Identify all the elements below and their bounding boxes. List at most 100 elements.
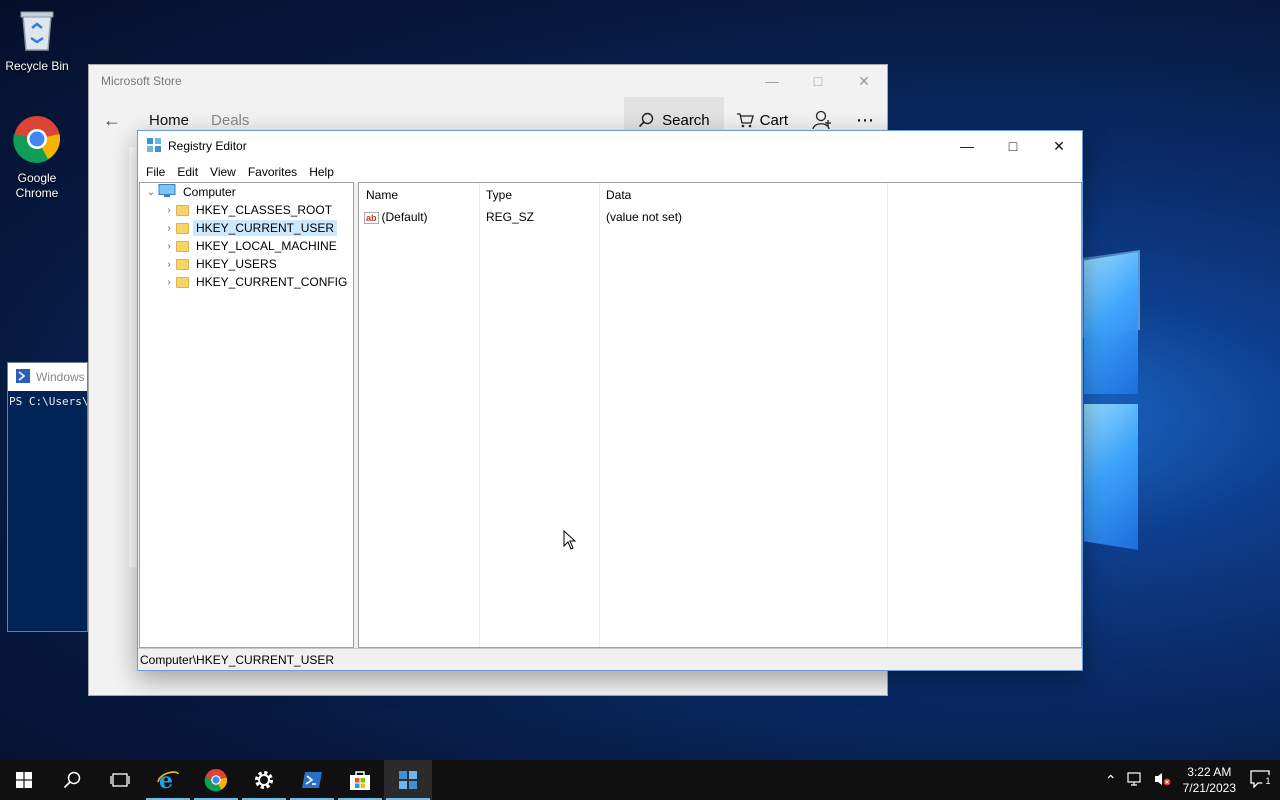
tree-node-hklm[interactable]: › HKEY_LOCAL_MACHINE (140, 237, 353, 255)
tree-node-hkcc[interactable]: › HKEY_CURRENT_CONFIG (140, 273, 353, 291)
powershell-window[interactable]: Windows PS C:\Users\ (7, 362, 88, 632)
minimize-icon[interactable]: — (749, 65, 795, 97)
chrome-icon (0, 114, 74, 167)
tree-label: HKEY_CURRENT_USER (193, 220, 338, 236)
maximize-icon[interactable]: □ (990, 131, 1036, 161)
chevron-up-icon[interactable]: ⌃ (1099, 772, 1123, 789)
chevron-right-icon[interactable]: › (162, 259, 176, 270)
powershell-title: Windows (36, 370, 85, 384)
regedit-window[interactable]: Registry Editor — □ ✕ File Edit View Fav… (137, 130, 1083, 671)
task-view-button[interactable] (96, 760, 144, 800)
computer-icon (158, 184, 176, 200)
chrome-icon (204, 768, 228, 792)
folder-icon (176, 240, 189, 252)
taskbar-edge[interactable]: e (144, 760, 192, 800)
back-arrow-icon[interactable]: ← (89, 110, 135, 131)
regedit-window-controls: — □ ✕ (944, 131, 1082, 161)
desktop-icon-recycle-bin[interactable]: Recycle Bin (0, 8, 74, 73)
maximize-icon[interactable]: □ (795, 65, 841, 97)
search-icon (63, 771, 81, 789)
clock-date: 7/21/2023 (1182, 781, 1236, 795)
tree-node-computer[interactable]: ⌄ Computer (140, 183, 353, 201)
value-name-cell: ab (Default) (359, 210, 479, 224)
notification-center-icon[interactable]: 1 (1244, 769, 1280, 791)
menu-view[interactable]: View (204, 165, 242, 179)
menu-edit[interactable]: Edit (171, 165, 204, 179)
regedit-icon (146, 137, 162, 156)
tree-label: HKEY_USERS (196, 257, 277, 271)
tree-label: Computer (183, 185, 236, 199)
tree-node-hkcu[interactable]: › HKEY_CURRENT_USER (140, 219, 353, 237)
value-row[interactable]: ab (Default) REG_SZ (value not set) (359, 207, 1081, 227)
regedit-titlebar[interactable]: Registry Editor (138, 131, 1082, 161)
clock-time: 3:22 AM (1187, 765, 1232, 779)
cart-icon (736, 113, 754, 128)
volume-muted-icon[interactable] (1149, 771, 1175, 790)
taskbar-regedit[interactable] (384, 760, 432, 800)
task-view-icon (110, 773, 130, 787)
start-button[interactable] (0, 760, 48, 800)
taskbar-settings[interactable] (240, 760, 288, 800)
tree-node-hkcr[interactable]: › HKEY_CLASSES_ROOT (140, 201, 353, 219)
taskbar-powershell[interactable] (288, 760, 336, 800)
more-options-icon[interactable]: ⋯ (844, 110, 887, 131)
taskbar: e ⌃ 3:22 AM 7/21/2023 1 (0, 760, 1280, 800)
store-title: Microsoft Store (101, 74, 182, 88)
system-tray: ⌃ 3:22 AM 7/21/2023 1 (1099, 760, 1280, 800)
chevron-right-icon[interactable]: › (162, 241, 176, 252)
close-icon[interactable]: ✕ (1036, 131, 1082, 161)
tree-label: HKEY_CLASSES_ROOT (196, 203, 333, 217)
powershell-prompt[interactable]: PS C:\Users\ (8, 391, 87, 412)
column-header-data[interactable]: Data (599, 188, 887, 202)
list-header: Name Type Data (359, 183, 1081, 207)
chevron-down-icon[interactable]: ⌄ (144, 187, 158, 198)
desktop-icon-label: Google Chrome (0, 171, 74, 201)
tree-label: HKEY_LOCAL_MACHINE (196, 239, 337, 253)
search-label: Search (662, 111, 710, 129)
minimize-icon[interactable]: — (944, 131, 990, 161)
chevron-right-icon[interactable]: › (162, 277, 176, 288)
clock[interactable]: 3:22 AM 7/21/2023 (1175, 764, 1244, 796)
column-header-type[interactable]: Type (479, 188, 599, 202)
store-icon (350, 771, 370, 790)
cart-label: Cart (759, 111, 788, 129)
string-value-icon: ab (364, 212, 379, 224)
taskbar-chrome[interactable] (192, 760, 240, 800)
folder-icon (176, 204, 189, 216)
value-data: (value not set) (606, 210, 683, 224)
menu-favorites[interactable]: Favorites (242, 165, 303, 179)
menu-file[interactable]: File (140, 165, 171, 179)
nav-deals[interactable]: Deals (211, 112, 249, 129)
account-icon[interactable] (800, 110, 844, 130)
chrome-label: Google Chrome (15, 171, 59, 200)
regedit-icon (399, 771, 417, 789)
chevron-right-icon[interactable]: › (162, 223, 176, 234)
tree-node-hku[interactable]: › HKEY_USERS (140, 255, 353, 273)
menu-help[interactable]: Help (303, 165, 340, 179)
taskbar-search-button[interactable] (48, 760, 96, 800)
folder-icon (176, 276, 189, 288)
store-cart-button[interactable]: Cart (724, 112, 800, 129)
network-icon[interactable] (1123, 771, 1149, 790)
column-header-name[interactable]: Name (359, 188, 479, 202)
windows-icon (16, 772, 32, 788)
store-window-controls: — □ ✕ (749, 65, 887, 97)
powershell-titlebar[interactable]: Windows (8, 363, 87, 391)
nav-home[interactable]: Home (149, 112, 189, 129)
regedit-title: Registry Editor (168, 139, 247, 153)
chevron-right-icon[interactable]: › (162, 205, 176, 216)
search-icon (639, 112, 654, 128)
close-icon[interactable]: ✕ (841, 65, 887, 97)
desktop-icon-chrome[interactable]: Google Chrome (0, 114, 74, 201)
folder-icon (176, 258, 189, 270)
value-name: (Default) (381, 210, 428, 224)
internet-explorer-icon: e (157, 768, 179, 792)
wallpaper-logo-bottom (1084, 404, 1138, 550)
registry-values-list[interactable]: Name Type Data ab (Default) REG_SZ (value… (358, 182, 1082, 648)
mouse-cursor-icon (563, 529, 577, 553)
registry-tree[interactable]: ⌄ Computer › HKEY_CLASSES_ROOT › HKEY_CU… (139, 182, 354, 648)
regedit-menubar: File Edit View Favorites Help (138, 161, 1082, 183)
taskbar-store[interactable] (336, 760, 384, 800)
column-divider (887, 183, 888, 647)
gear-icon (255, 771, 273, 789)
